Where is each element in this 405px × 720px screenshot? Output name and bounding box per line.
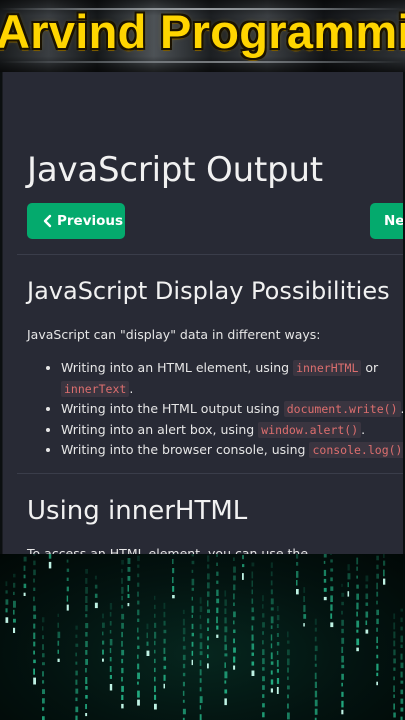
- code-innertext: innerText: [61, 380, 130, 397]
- matrix-rain-background: [0, 554, 405, 720]
- matrix-rain-graphic: [5, 554, 404, 720]
- code-console-log: console.log(): [309, 442, 403, 458]
- display-methods-list: Writing into an HTML element, using inne…: [33, 358, 403, 461]
- code-window-alert: window.alert(): [258, 421, 362, 438]
- section-heading-display-possibilities: JavaScript Display Possibilities: [27, 277, 390, 305]
- list-item: Writing into the HTML output using docum…: [61, 399, 403, 420]
- divider: [17, 473, 403, 474]
- content-panel: JavaScript Output Previous Nex JavaScrip…: [2, 72, 403, 554]
- channel-banner: Arvind Programming: [0, 0, 405, 72]
- next-label: Nex: [384, 213, 403, 229]
- list-item: Writing into an HTML element, using inne…: [61, 358, 403, 379]
- section-heading-innerhtml: Using innerHTML: [27, 496, 248, 526]
- banner-title: Arvind Programming: [0, 5, 405, 58]
- list-item-continuation: innerText.: [61, 379, 403, 400]
- code-document-write: document.write(): [283, 401, 401, 417]
- previous-button[interactable]: Previous: [27, 203, 125, 239]
- divider: [17, 254, 403, 255]
- previous-label: Previous: [57, 213, 124, 229]
- list-item: Writing into an alert box, using window.…: [61, 420, 403, 441]
- section-partial-text: To access an HTML element, you can use t…: [27, 546, 309, 554]
- next-button[interactable]: Nex: [370, 203, 403, 239]
- section-intro: JavaScript can "display" data in differe…: [27, 327, 321, 342]
- page-title: JavaScript Output: [27, 150, 323, 190]
- tutorial-page: JavaScript Output Previous Nex JavaScrip…: [0, 72, 405, 554]
- chevron-left-icon: [43, 214, 52, 228]
- list-item: Writing into the browser console, using …: [61, 440, 403, 461]
- code-innerhtml: innerHTML: [293, 360, 362, 376]
